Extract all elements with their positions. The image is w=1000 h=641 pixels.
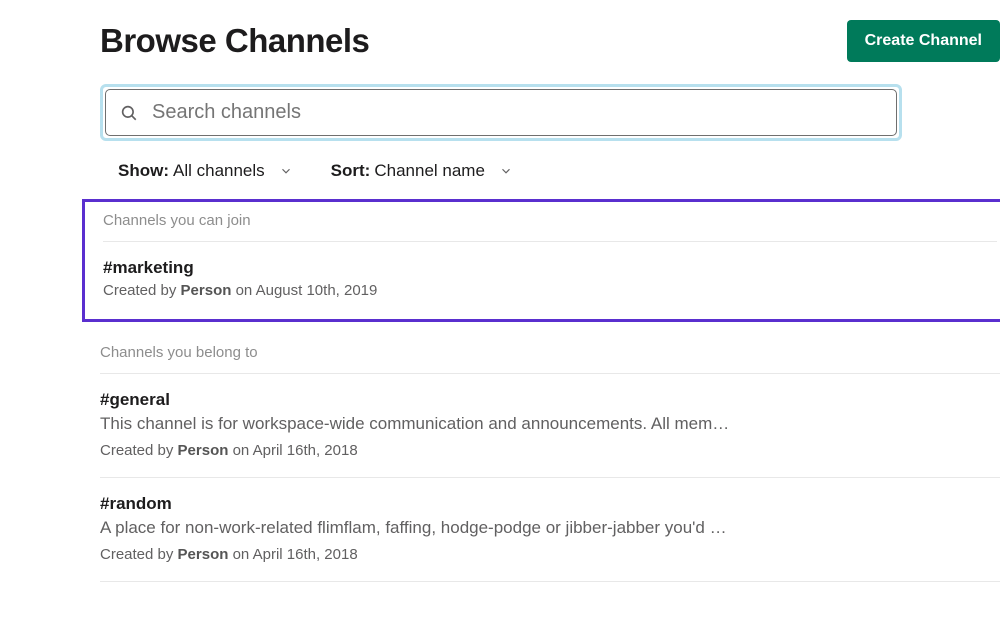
channel-name: #general [100,390,1000,410]
search-wrap [100,84,902,141]
meta-person: Person [178,442,229,459]
channel-item-random[interactable]: #random A place for non-work-related fli… [100,478,1000,582]
channel-meta: Created by Person on August 10th, 2019 [103,282,997,299]
channel-name: #marketing [103,258,997,278]
chevron-down-icon [279,164,293,178]
meta-suffix: on April 16th, 2018 [228,546,357,563]
channel-desc: A place for non-work-related flimflam, f… [100,518,1000,538]
meta-person: Person [178,546,229,563]
search-inner[interactable] [105,89,897,136]
belong-section: Channels you belong to #general This cha… [100,334,1000,582]
header-row: Browse Channels Create Channel [100,20,1000,62]
meta-suffix: on August 10th, 2019 [231,282,377,299]
meta-prefix: Created by [103,282,181,299]
sort-label: Sort: [331,161,371,181]
page-title: Browse Channels [100,22,369,60]
browse-channels-page: Browse Channels Create Channel Show: All… [100,20,1000,582]
channel-desc: This channel is for workspace-wide commu… [100,414,1000,434]
meta-prefix: Created by [100,546,178,563]
can-join-section: Channels you can join #marketing Created… [82,199,1000,322]
search-input[interactable] [152,101,882,124]
meta-prefix: Created by [100,442,178,459]
section-header-can-join: Channels you can join [103,202,997,242]
channel-item-marketing[interactable]: #marketing Created by Person on August 1… [103,242,997,319]
sort-value: Channel name [374,161,485,181]
show-label: Show: [118,161,169,181]
search-icon [120,104,138,122]
channel-meta: Created by Person on April 16th, 2018 [100,442,1000,459]
show-value: All channels [173,161,265,181]
section-header-belong: Channels you belong to [100,334,1000,374]
meta-person: Person [181,282,232,299]
create-channel-button[interactable]: Create Channel [847,20,1000,62]
chevron-down-icon [499,164,513,178]
filter-row: Show: All channels Sort: Channel name [100,161,1000,181]
meta-suffix: on April 16th, 2018 [228,442,357,459]
channel-item-general[interactable]: #general This channel is for workspace-w… [100,374,1000,478]
sort-filter[interactable]: Sort: Channel name [331,161,513,181]
channel-name: #random [100,494,1000,514]
show-filter[interactable]: Show: All channels [118,161,293,181]
channel-meta: Created by Person on April 16th, 2018 [100,546,1000,563]
